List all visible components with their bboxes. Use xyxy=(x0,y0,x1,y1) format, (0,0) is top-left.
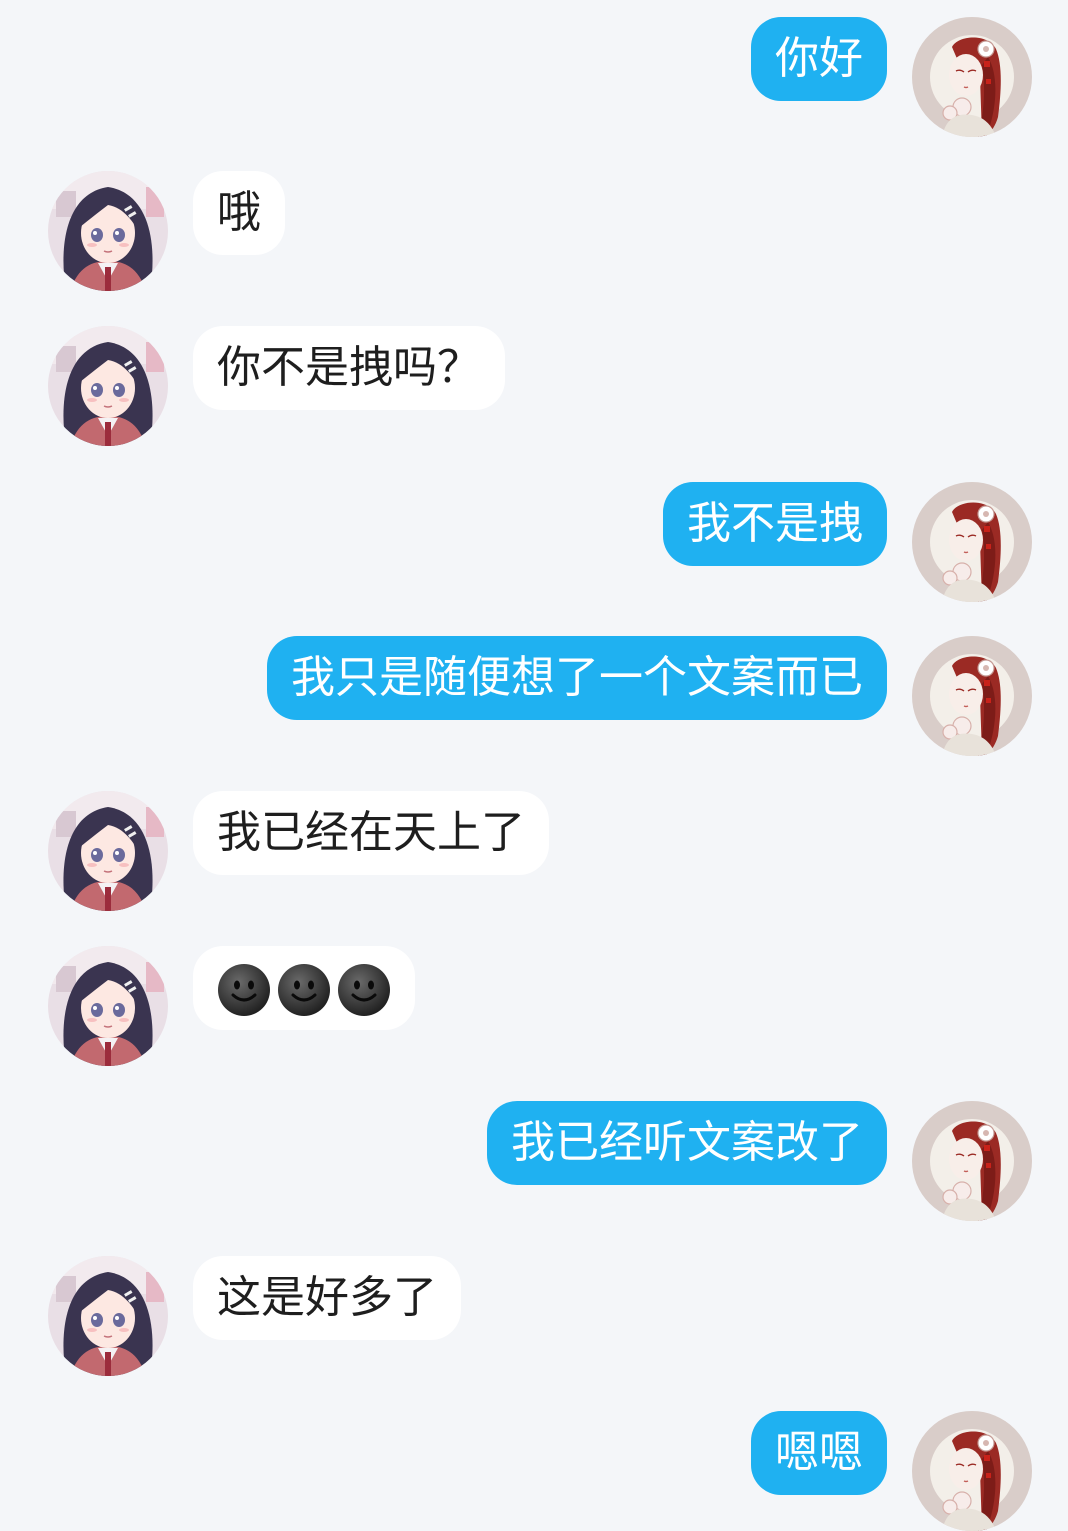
message-bubble-outgoing[interactable]: 我不是拽 xyxy=(663,482,887,566)
contact-avatar[interactable] xyxy=(48,171,168,291)
emoji-group xyxy=(217,946,391,1030)
message-bubble-outgoing[interactable]: 我只是随便想了一个文案而已 xyxy=(267,636,887,720)
smiling-dark-face-icon xyxy=(217,961,271,1016)
self-avatar[interactable] xyxy=(912,1411,1032,1531)
message-bubble-incoming[interactable]: 哦 xyxy=(193,171,285,255)
self-avatar[interactable] xyxy=(912,482,1032,602)
contact-avatar[interactable] xyxy=(48,326,168,446)
contact-avatar[interactable] xyxy=(48,791,168,911)
message-bubble-outgoing[interactable]: 我已经听文案改了 xyxy=(487,1101,887,1185)
message-bubble-incoming[interactable]: 我已经在天上了 xyxy=(193,791,549,875)
self-avatar[interactable] xyxy=(912,636,1032,756)
contact-avatar[interactable] xyxy=(48,946,168,1066)
contact-avatar[interactable] xyxy=(48,1256,168,1376)
message-bubble-incoming[interactable]: 你不是拽吗？ xyxy=(193,326,505,410)
self-avatar[interactable] xyxy=(912,17,1032,137)
self-avatar[interactable] xyxy=(912,1101,1032,1221)
smiling-dark-face-icon xyxy=(337,961,391,1016)
message-bubble-incoming[interactable]: 这是好多了 xyxy=(193,1256,461,1340)
smiling-dark-face-icon xyxy=(277,961,331,1016)
message-bubble-outgoing[interactable]: 你好 xyxy=(751,17,887,101)
message-bubble-outgoing[interactable]: 嗯嗯 xyxy=(751,1411,887,1495)
message-bubble-incoming-emoji[interactable] xyxy=(193,946,415,1030)
